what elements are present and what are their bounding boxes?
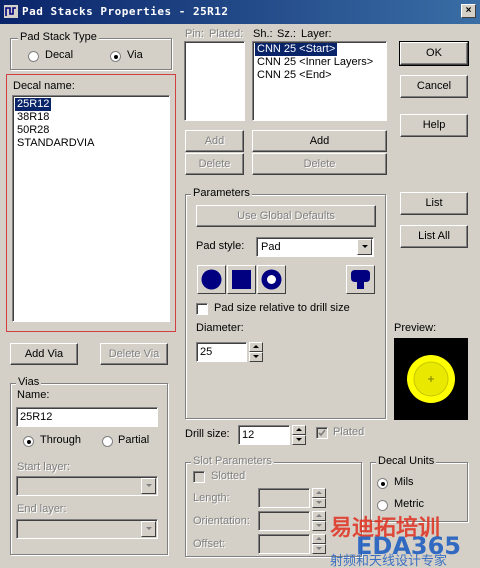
orientation-label: Orientation: bbox=[193, 515, 250, 527]
diameter-stepper[interactable] bbox=[249, 342, 263, 362]
drill-size-value: 12 bbox=[242, 429, 255, 441]
through-radio[interactable] bbox=[23, 436, 34, 447]
length-label: Length: bbox=[193, 492, 230, 504]
app-icon bbox=[4, 5, 18, 18]
partial-radio[interactable] bbox=[102, 436, 113, 447]
drill-size-label: Drill size: bbox=[185, 428, 230, 440]
mils-radio[interactable] bbox=[377, 478, 388, 489]
add-layer-button[interactable]: Add bbox=[252, 130, 387, 152]
round-pad-icon bbox=[201, 269, 222, 290]
drill-size-stepper[interactable] bbox=[292, 425, 306, 445]
end-layer-select[interactable] bbox=[16, 519, 158, 539]
pad-style-value: Pad bbox=[261, 241, 281, 253]
decal-name-label: Decal name: bbox=[13, 80, 75, 92]
close-button[interactable]: × bbox=[461, 4, 476, 18]
list-button[interactable]: List bbox=[400, 192, 468, 215]
list-item[interactable]: CNN 25 <Start> bbox=[255, 43, 338, 56]
chevron-down-icon[interactable] bbox=[141, 478, 156, 494]
end-layer-label: End layer: bbox=[17, 503, 67, 515]
slotted-checkbox[interactable] bbox=[193, 471, 205, 483]
chevron-down-icon[interactable] bbox=[357, 239, 372, 255]
via-radio-label: Via bbox=[127, 49, 143, 61]
offset-label: Offset: bbox=[193, 538, 226, 550]
pad-stacks-dialog: Pad Stacks Properties - 25R12 × Pad Stac… bbox=[0, 0, 480, 568]
via-radio[interactable] bbox=[110, 51, 121, 62]
help-button[interactable]: Help bbox=[400, 114, 468, 137]
partial-label: Partial bbox=[118, 434, 150, 446]
cancel-button[interactable]: Cancel bbox=[400, 75, 468, 98]
sh-header: Sh.: bbox=[253, 28, 273, 40]
list-all-button[interactable]: List All bbox=[400, 225, 468, 248]
decal-radio-label: Decal bbox=[45, 49, 74, 61]
odd-shape-pad-icon bbox=[351, 270, 370, 289]
delete-pin-button[interactable]: Delete bbox=[185, 153, 244, 175]
odd-shape-pad-button[interactable] bbox=[346, 265, 375, 294]
square-pad-button[interactable] bbox=[227, 265, 256, 294]
preview-canvas bbox=[394, 338, 468, 420]
list-item[interactable]: 25R12 bbox=[15, 98, 52, 111]
square-pad-icon bbox=[232, 270, 251, 289]
annular-pad-icon bbox=[261, 269, 282, 290]
list-item[interactable]: CNN 25 <End> bbox=[255, 69, 334, 82]
offset-stepper[interactable] bbox=[312, 534, 326, 554]
parameters-group-label: Parameters bbox=[191, 187, 252, 199]
through-label: Through bbox=[40, 434, 81, 446]
slotted-label: Slotted bbox=[211, 470, 246, 482]
start-layer-select[interactable] bbox=[16, 476, 158, 496]
slot-parameters-label: Slot Parameters bbox=[191, 455, 274, 467]
window-title: Pad Stacks Properties - 25R12 bbox=[22, 5, 229, 18]
start-layer-label: Start layer: bbox=[17, 461, 71, 473]
preview-label: Preview: bbox=[394, 322, 437, 334]
annular-pad-button[interactable] bbox=[257, 265, 286, 294]
orientation-stepper[interactable] bbox=[312, 511, 326, 531]
vias-group-label: Vias bbox=[16, 376, 42, 388]
plated-label: Plated bbox=[333, 426, 365, 438]
offset-input[interactable] bbox=[258, 534, 310, 554]
round-pad-button[interactable] bbox=[197, 265, 226, 294]
watermark-subtitle: 射频和天线设计专家 bbox=[330, 554, 448, 568]
length-stepper[interactable] bbox=[312, 488, 326, 508]
mils-label: Mils bbox=[394, 476, 414, 488]
diameter-label: Diameter: bbox=[196, 322, 244, 334]
length-input[interactable] bbox=[258, 488, 310, 508]
use-global-defaults-button[interactable]: Use Global Defaults bbox=[196, 205, 376, 227]
pad-style-select[interactable]: Pad bbox=[256, 237, 374, 257]
pin-list[interactable] bbox=[184, 41, 245, 121]
list-item[interactable]: 38R18 bbox=[15, 111, 51, 124]
title-bar[interactable]: Pad Stacks Properties - 25R12 × bbox=[0, 0, 480, 24]
layer-list[interactable]: CNN 25 <Start> CNN 25 <Inner Layers> CNN… bbox=[252, 41, 387, 121]
via-name-label: Name: bbox=[17, 389, 50, 401]
layer-header: Layer: bbox=[301, 28, 332, 40]
add-pin-button[interactable]: Add bbox=[185, 130, 244, 152]
decal-name-list[interactable]: 25R12 38R18 50R28 STANDARDVIA bbox=[12, 95, 170, 322]
diameter-value: 25 bbox=[200, 346, 213, 358]
chevron-down-icon[interactable] bbox=[141, 521, 156, 537]
close-icon: × bbox=[465, 5, 472, 16]
list-item[interactable]: 50R28 bbox=[15, 124, 51, 137]
pad-style-label: Pad style: bbox=[196, 240, 245, 252]
via-name-value: 25R12 bbox=[20, 411, 53, 423]
decal-radio[interactable] bbox=[28, 51, 39, 62]
metric-label: Metric bbox=[394, 498, 424, 510]
checkmark-icon bbox=[318, 429, 326, 437]
drill-size-input[interactable]: 12 bbox=[238, 425, 290, 445]
plated-header: Plated: bbox=[209, 28, 244, 40]
delete-layer-button[interactable]: Delete bbox=[252, 153, 387, 175]
add-via-button[interactable]: Add Via bbox=[10, 343, 78, 365]
pin-header: Pin: bbox=[185, 28, 204, 40]
plated-checkbox[interactable] bbox=[316, 427, 328, 439]
orientation-input[interactable] bbox=[258, 511, 310, 531]
list-item[interactable]: STANDARDVIA bbox=[15, 137, 96, 150]
pad-size-relative-checkbox[interactable] bbox=[196, 303, 208, 315]
sz-header: Sz.: bbox=[277, 28, 296, 40]
pad-size-relative-label: Pad size relative to drill size bbox=[214, 302, 350, 314]
pad-stack-type-label: Pad Stack Type bbox=[18, 31, 99, 43]
delete-via-button[interactable]: Delete Via bbox=[100, 343, 168, 365]
diameter-input[interactable]: 25 bbox=[196, 342, 247, 362]
via-name-input[interactable]: 25R12 bbox=[16, 407, 158, 427]
decal-units-label: Decal Units bbox=[376, 455, 437, 467]
ok-button[interactable]: OK bbox=[399, 41, 469, 66]
pad-preview-graphic bbox=[407, 355, 455, 403]
list-item[interactable]: CNN 25 <Inner Layers> bbox=[255, 56, 375, 69]
